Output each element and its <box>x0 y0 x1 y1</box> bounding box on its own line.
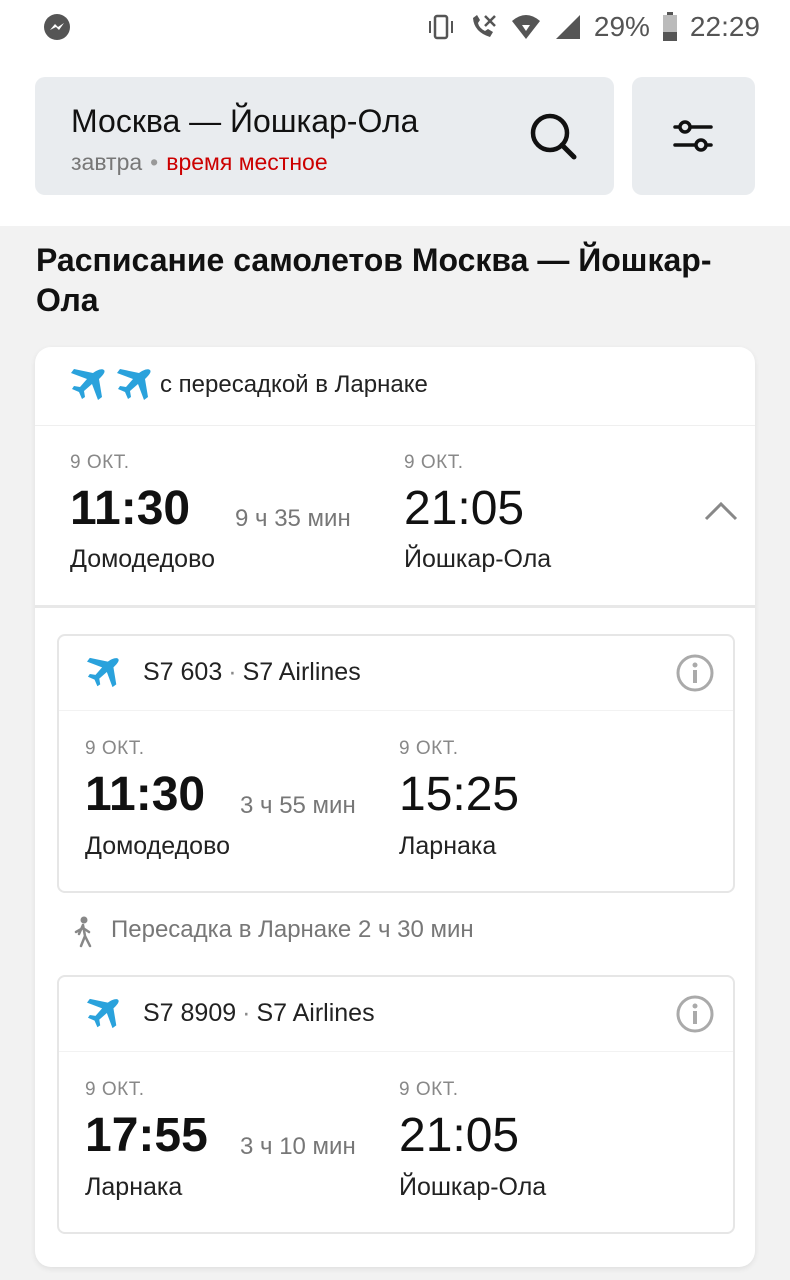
walking-person-icon <box>74 916 92 948</box>
search-button[interactable] <box>526 109 582 165</box>
plane-icon <box>117 369 151 400</box>
arrival-place: Йошкар-Ола <box>404 545 552 573</box>
flight-segment: S7 603 · S7 Airlines 9 ОКТ. 11:30 3 ч 55 м… <box>57 634 735 893</box>
flight-number: S7 603 <box>143 658 223 686</box>
plane-icon <box>71 369 105 400</box>
arrival-time: 15:25 <box>399 768 520 821</box>
status-bar: 29% 22:29 <box>0 0 790 56</box>
header: Москва — Йошкар-Ола завтра • время местное <box>0 56 790 226</box>
departure-time: 11:30 <box>70 482 191 535</box>
arrival-date: 9 ОКТ. <box>404 452 464 473</box>
time-mode: время местное <box>166 149 328 175</box>
segment-duration: 3 ч 10 мин <box>240 1133 356 1160</box>
departure-place: Ларнака <box>85 1173 183 1201</box>
info-icon[interactable] <box>675 994 715 1034</box>
flight-info: S7 8909 · S7 Airlines <box>143 999 375 1027</box>
layover-text: Пересадка в Ларнаке 2 ч 30 мин <box>111 916 474 944</box>
info-icon[interactable] <box>675 653 715 693</box>
plane-icon <box>87 998 119 1029</box>
battery-percent: 29% <box>593 11 650 42</box>
flight-segment: S7 8909 · S7 Airlines 9 ОКТ. 17:55 3 ч 10 … <box>57 975 735 1234</box>
airline-name: S7 Airlines <box>242 658 361 686</box>
search-date: завтра <box>71 149 143 175</box>
departure-time: 17:55 <box>85 1109 208 1162</box>
flight-info: S7 603 · S7 Airlines <box>143 658 361 686</box>
filter-button[interactable] <box>632 77 755 195</box>
vibrate-icon <box>426 12 456 42</box>
departure-date: 9 ОКТ. <box>70 452 130 473</box>
flight-number: S7 8909 <box>143 999 237 1027</box>
airline-name: S7 Airlines <box>256 999 375 1027</box>
departure-time: 11:30 <box>85 768 206 821</box>
trip-card-header: с пересадкой в Ларнаке <box>35 347 755 426</box>
wifi-calling-icon <box>468 12 498 42</box>
layover-label: Пересадка в Ларнаке <box>111 916 352 943</box>
layover-duration: 2 ч 30 мин <box>357 916 474 943</box>
trip-card: с пересадкой в Ларнаке 9 ОКТ. 11:30 9 ч … <box>35 347 755 1267</box>
arrival-time: 21:05 <box>404 482 525 535</box>
trip-duration: 9 ч 35 мин <box>235 505 351 532</box>
departure-date: 9 ОКТ. <box>85 738 145 759</box>
battery-icon <box>662 12 678 42</box>
signal-icon <box>554 13 582 41</box>
plane-icons <box>71 367 153 403</box>
trip-summary[interactable]: 9 ОКТ. 11:30 9 ч 35 мин Домодедово 9 ОКТ… <box>35 425 755 608</box>
departure-date: 9 ОКТ. <box>85 1079 145 1100</box>
segment-duration: 3 ч 55 мин <box>240 792 356 819</box>
separator-dot: • <box>150 149 159 175</box>
plane-icon <box>87 657 119 688</box>
page-title: Расписание самолетов Москва — Йошкар-Ола <box>36 242 712 318</box>
route-text: Москва — Йошкар-Ола <box>71 103 419 139</box>
departure-place: Домодедово <box>85 832 230 860</box>
arrival-place: Ларнака <box>399 832 497 860</box>
wifi-icon <box>510 13 542 41</box>
arrival-place: Йошкар-Ола <box>399 1173 547 1201</box>
chevron-up-icon[interactable] <box>703 500 739 522</box>
transfer-label: с пересадкой в Ларнаке <box>160 371 428 398</box>
filter-sliders-icon <box>673 120 713 152</box>
segment-header: S7 603 · S7 Airlines <box>59 636 733 711</box>
clock: 22:29 <box>689 11 760 42</box>
departure-place: Домодедово <box>70 545 215 573</box>
search-subline: завтра • время местное <box>71 149 328 176</box>
arrival-time: 21:05 <box>399 1109 520 1162</box>
arrival-date: 9 ОКТ. <box>399 1079 459 1100</box>
arrival-date: 9 ОКТ. <box>399 738 459 759</box>
search-box[interactable]: Москва — Йошкар-Ола завтра • время местное <box>35 77 614 195</box>
segment-header: S7 8909 · S7 Airlines <box>59 977 733 1052</box>
messenger-icon <box>42 12 72 42</box>
layover-row: Пересадка в Ларнаке 2 ч 30 мин <box>71 912 731 952</box>
search-icon <box>530 113 577 160</box>
